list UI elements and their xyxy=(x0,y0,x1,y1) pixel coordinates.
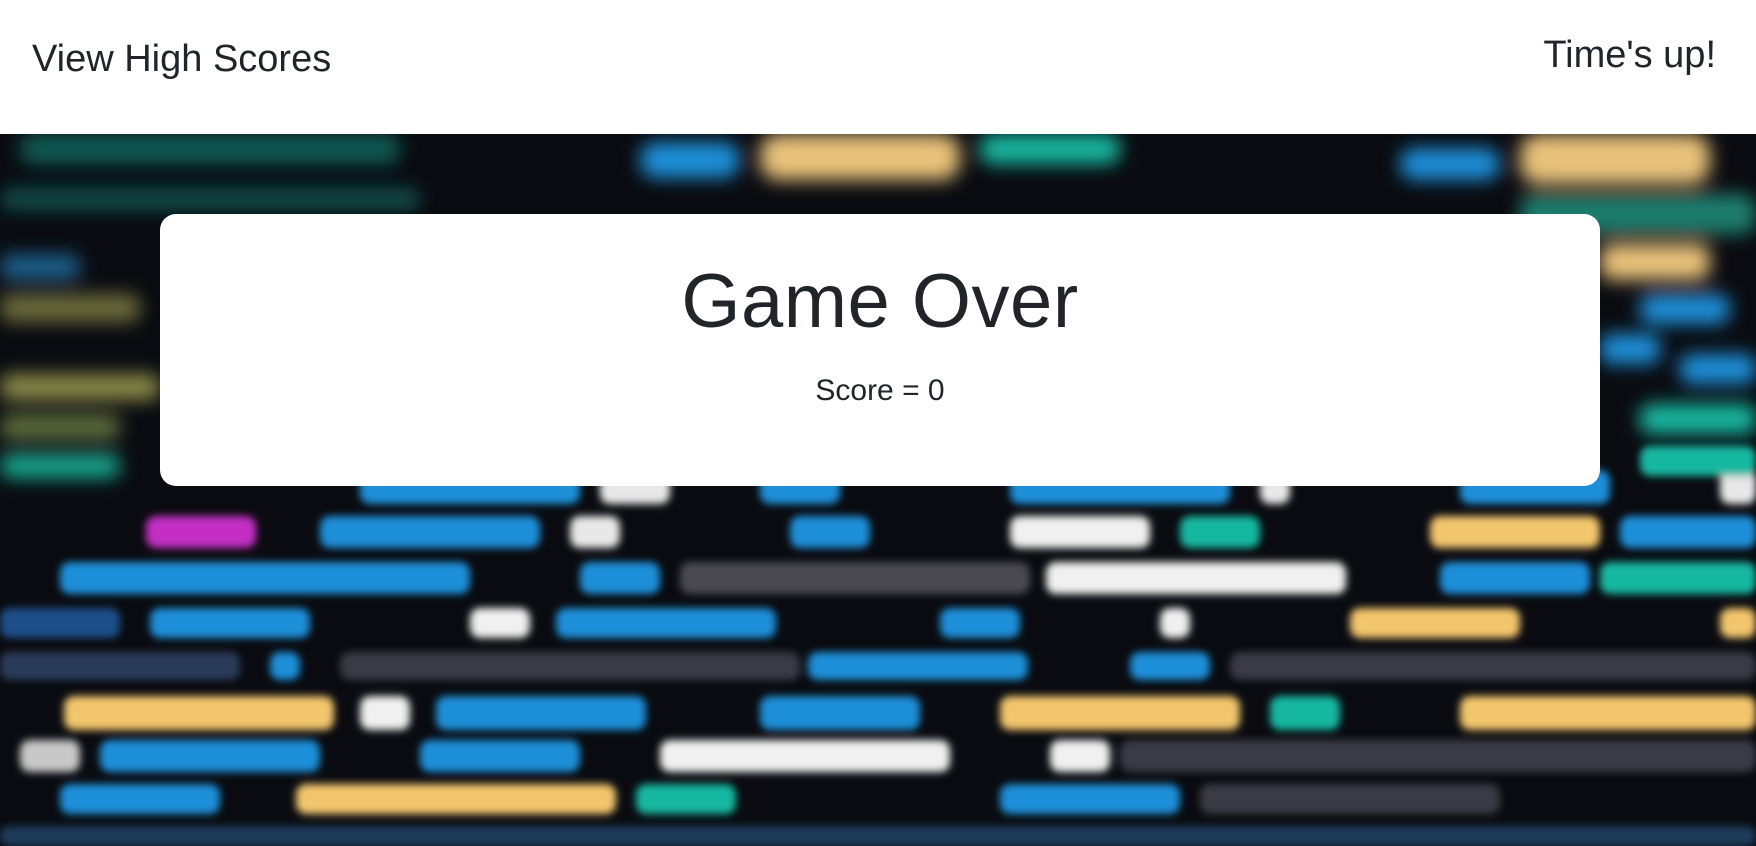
timer-status: Time's up! xyxy=(1543,34,1716,76)
game-over-card: Game Over Score = 0 xyxy=(160,214,1600,486)
game-over-title: Game Over xyxy=(681,259,1079,344)
top-bar: View High Scores Time's up! xyxy=(0,0,1756,134)
view-high-scores-link[interactable]: View High Scores xyxy=(32,38,331,81)
final-score: Score = 0 xyxy=(815,374,945,407)
